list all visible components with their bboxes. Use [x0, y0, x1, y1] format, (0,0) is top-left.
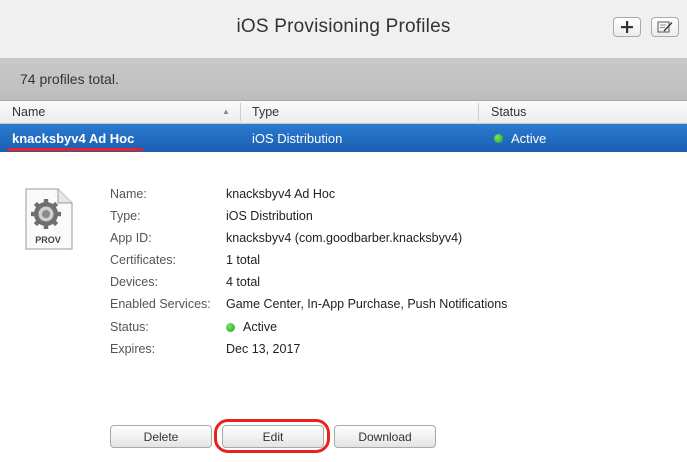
- note-edit-icon: [657, 21, 673, 33]
- window-title: iOS Provisioning Profiles: [236, 16, 451, 37]
- detail-label-type: Type:: [110, 209, 141, 223]
- delete-button[interactable]: Delete: [110, 425, 212, 448]
- edit-profile-button[interactable]: [651, 17, 679, 37]
- profiles-summary-bar: 74 profiles total.: [0, 58, 687, 101]
- detail-label-app-id: App ID:: [110, 231, 152, 245]
- profiles-count: 74 profiles total.: [20, 71, 119, 87]
- sort-ascending-icon: ▲: [222, 107, 230, 116]
- detail-label-expires: Expires:: [110, 342, 156, 356]
- detail-status-text: Active: [243, 320, 278, 334]
- detail-label-certificates: Certificates:: [110, 253, 176, 267]
- column-header-status[interactable]: Status: [491, 105, 526, 119]
- detail-value-type: iOS Distribution: [226, 209, 313, 223]
- plus-icon: [621, 21, 633, 33]
- detail-value-expires: Dec 13, 2017: [226, 342, 301, 356]
- download-button[interactable]: Download: [334, 425, 436, 448]
- detail-label-name: Name:: [110, 187, 147, 201]
- detail-label-devices: Devices:: [110, 275, 158, 289]
- column-divider: [240, 103, 241, 121]
- title-bar: iOS Provisioning Profiles: [0, 0, 687, 59]
- column-header-name[interactable]: Name: [12, 105, 45, 119]
- prov-file-label: PROV: [35, 235, 61, 245]
- row-status-label: Active: [511, 131, 547, 146]
- annotation-underline: [7, 148, 143, 151]
- detail-value-status: Active: [226, 320, 277, 334]
- detail-label-enabled-services: Enabled Services:: [110, 297, 211, 311]
- detail-value-app-id: knacksbyv4 (com.goodbarber.knacksbyv4): [226, 231, 463, 245]
- row-type: iOS Distribution: [252, 131, 343, 146]
- active-status-icon: [494, 134, 503, 143]
- table-header: Name ▲ Type Status: [0, 101, 687, 124]
- detail-label-status: Status:: [110, 320, 149, 334]
- column-header-type[interactable]: Type: [252, 105, 279, 119]
- edit-button[interactable]: Edit: [222, 425, 324, 448]
- add-profile-button[interactable]: [613, 17, 641, 37]
- provisioning-profile-file-icon: PROV: [24, 188, 74, 255]
- active-status-icon: [226, 322, 235, 332]
- detail-value-enabled-services: Game Center, In-App Purchase, Push Notif…: [226, 297, 508, 311]
- row-name: knacksbyv4 Ad Hoc: [12, 131, 135, 146]
- column-divider: [478, 103, 479, 121]
- detail-value-devices: 4 total: [226, 275, 261, 289]
- detail-value-certificates: 1 total: [226, 253, 261, 267]
- row-status: Active: [494, 131, 546, 146]
- detail-value-name: knacksbyv4 Ad Hoc: [226, 187, 336, 201]
